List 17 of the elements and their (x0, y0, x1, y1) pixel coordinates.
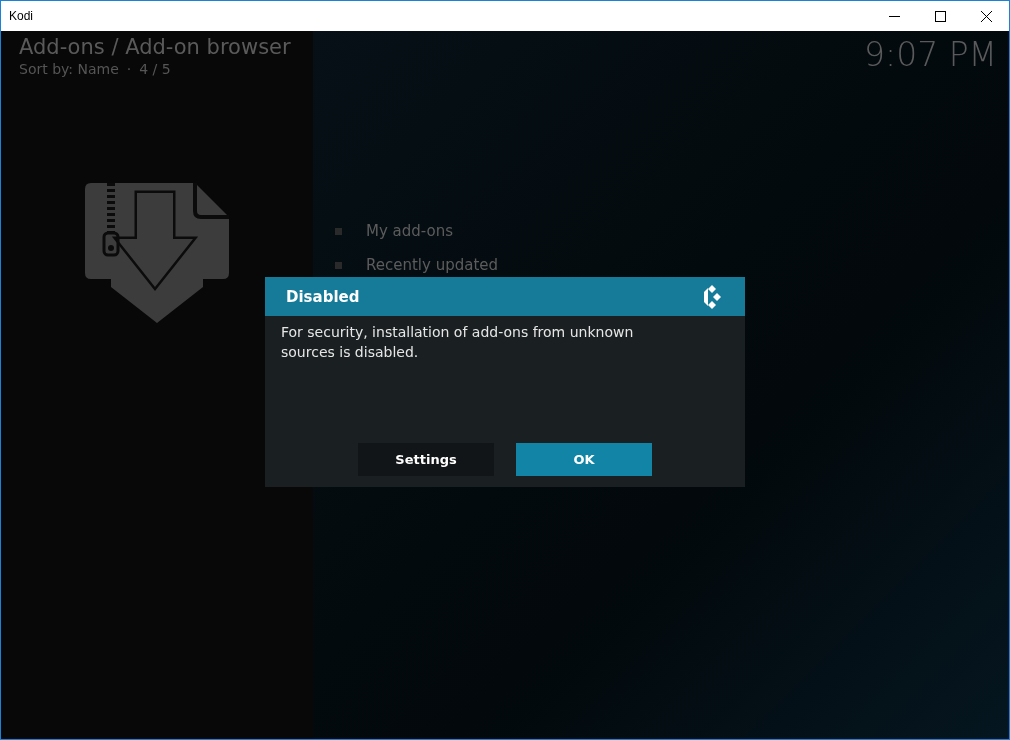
item-position: 4 / 5 (139, 61, 171, 77)
bullet-icon (335, 261, 342, 269)
dialog-button[interactable]: OK (516, 443, 652, 476)
close-icon (980, 10, 992, 22)
dialog-title: Disabled (286, 287, 360, 306)
window-title: Kodi (8, 9, 34, 23)
zip-download-icon (85, 183, 229, 323)
dialog-message: For security, installation of add-ons from unknown sources is disabled. (280, 323, 635, 362)
dialog-button[interactable]: Settings (358, 443, 494, 476)
menu-item[interactable]: My add-ons (366, 222, 453, 240)
page-title: Add-ons / Add-on browser (19, 34, 292, 61)
sort-label: Sort by: Name (19, 61, 119, 77)
bullet-icon (335, 227, 342, 235)
menu-item[interactable]: Recently updated (366, 256, 499, 274)
maximize-icon (934, 10, 946, 22)
clock: 9:07 PM (864, 34, 998, 74)
separator-dot: · (126, 61, 132, 77)
